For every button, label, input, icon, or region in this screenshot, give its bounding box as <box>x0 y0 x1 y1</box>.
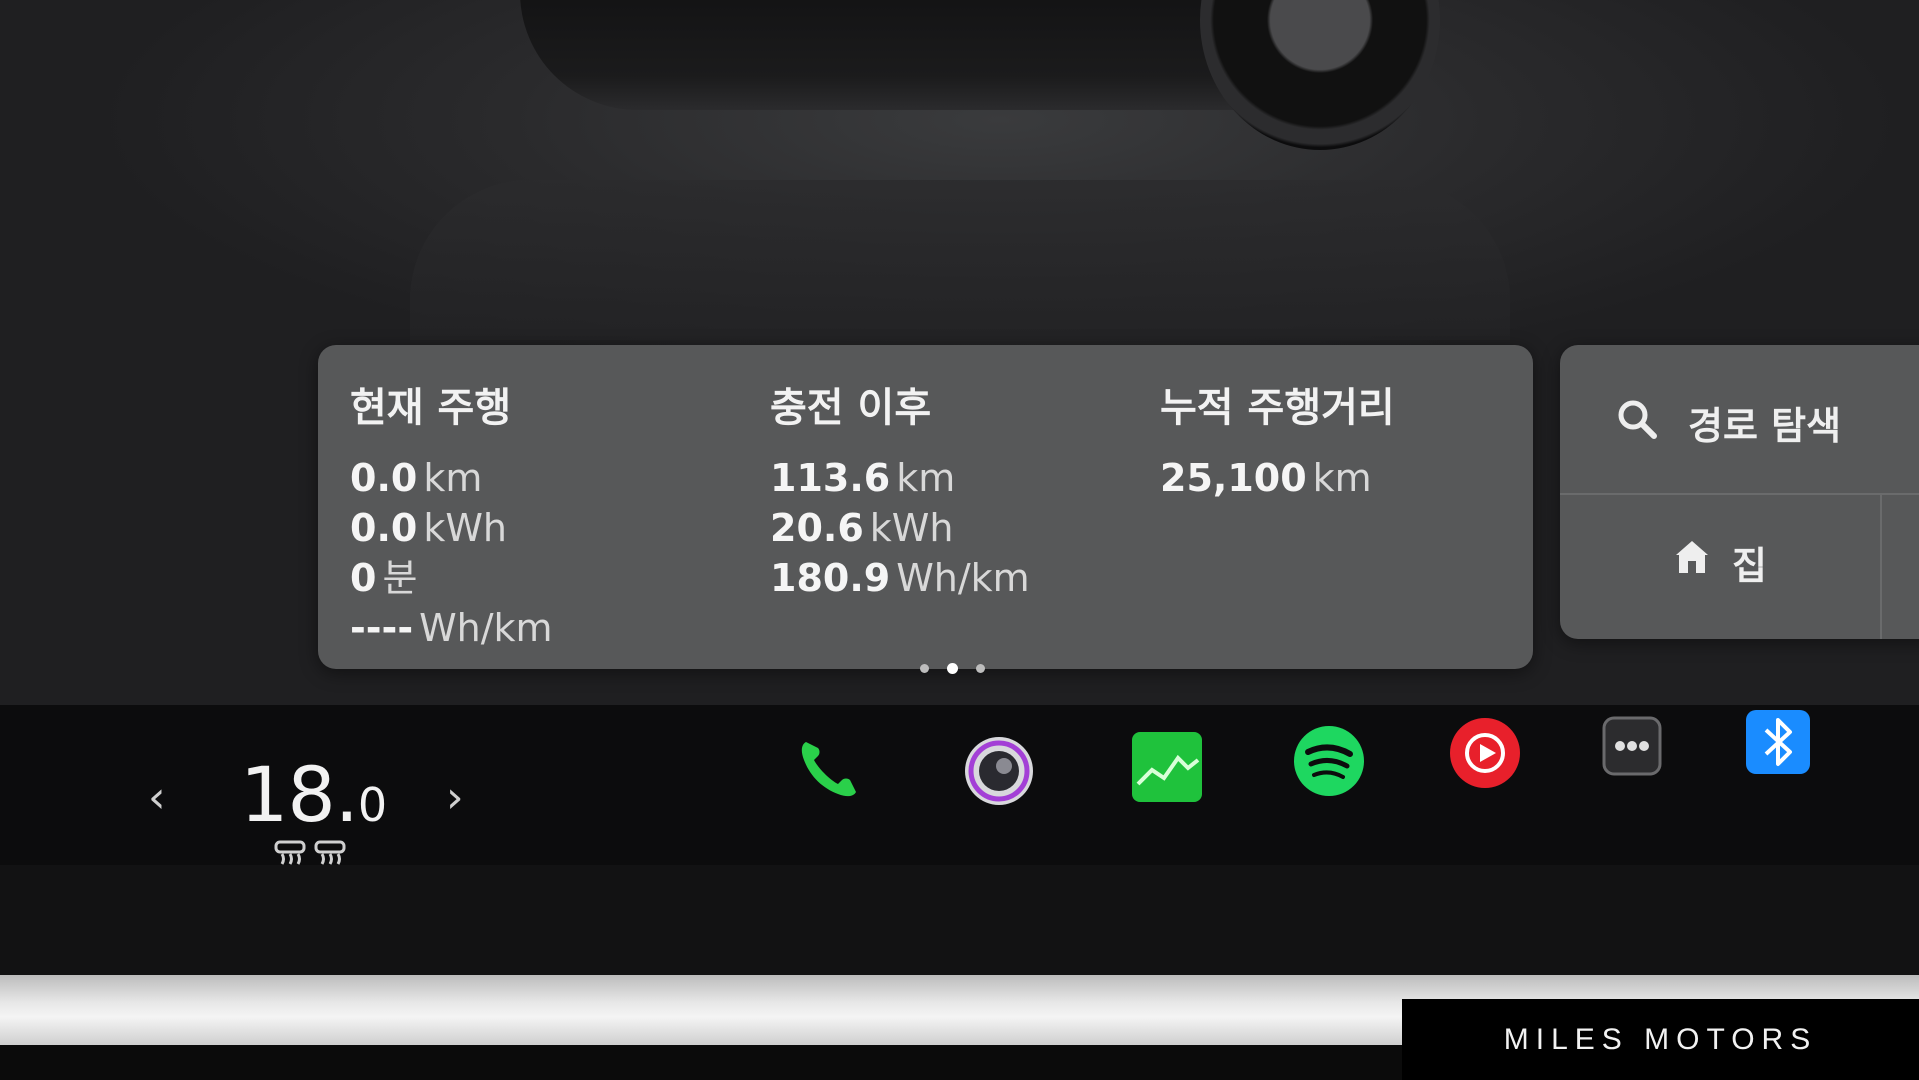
temperature-decimal: 0 <box>357 778 388 832</box>
home-destination-button[interactable]: 집 <box>1560 495 1882 639</box>
page-dot[interactable] <box>976 664 985 673</box>
seat-heater-right-icon[interactable] <box>314 840 346 865</box>
value: 25,100 <box>1160 456 1307 500</box>
current-drive-column: 현재 주행 0.0 km 0.0 kWh 0분 ---- Wh/km <box>350 375 553 653</box>
current-drive-efficiency: ---- Wh/km <box>350 603 553 653</box>
temp-increase-button[interactable]: › <box>446 772 464 823</box>
unit: km <box>423 456 483 500</box>
current-drive-distance: 0.0 km <box>350 453 553 503</box>
value: 0.0 <box>350 456 418 500</box>
energy-chart-icon <box>1132 732 1202 802</box>
value: 0.0 <box>350 506 418 550</box>
cabin-temperature[interactable]: 18.0 <box>240 750 387 839</box>
seat-heater-indicators <box>272 838 352 872</box>
seat-heater-left-icon[interactable] <box>274 840 306 865</box>
home-label: 집 <box>1732 544 1767 588</box>
value: 20.6 <box>770 506 864 550</box>
search-icon <box>1618 400 1657 439</box>
seat-heater-icons <box>274 840 346 865</box>
more-apps-icon <box>1602 716 1662 776</box>
temp-decrease-button[interactable]: ‹ <box>148 772 166 823</box>
since-charge-efficiency: 180.9 Wh/km <box>770 553 1030 603</box>
odometer-column: 누적 주행거리 25,100 km <box>1160 375 1395 503</box>
since-charge-distance: 113.6 km <box>770 453 1030 503</box>
since-charge-heading: 충전 이후 <box>770 385 932 431</box>
camera-app-button[interactable] <box>962 734 1036 808</box>
spotify-icon <box>1294 726 1364 796</box>
unit: kWh <box>423 506 507 550</box>
energy-app-button[interactable] <box>1130 730 1204 804</box>
car-reflection <box>410 180 1510 340</box>
temperature-whole: 18. <box>240 750 359 839</box>
navigation-card: 경로 탐색 집 <box>1560 345 1919 639</box>
more-apps-button[interactable] <box>1600 714 1664 778</box>
odometer-value: 25,100 km <box>1160 453 1395 503</box>
unit: 분 <box>382 556 418 600</box>
screen-bezel <box>0 865 1919 980</box>
trip-stats-card[interactable]: 현재 주행 0.0 km 0.0 kWh 0분 ---- Wh/km 충전 이후 11… <box>318 345 1533 669</box>
watermark: MILES MOTORS <box>1402 999 1919 1080</box>
page-dot-active[interactable] <box>947 663 958 674</box>
bluetooth-icon <box>1746 710 1810 774</box>
bluetooth-app-button[interactable] <box>1744 708 1812 776</box>
value: 113.6 <box>770 456 891 500</box>
unit: Wh/km <box>419 606 553 650</box>
since-charge-energy: 20.6 kWh <box>770 503 1030 553</box>
navigate-search-label: 경로 탐색 <box>1688 404 1842 448</box>
page-dot[interactable] <box>920 664 929 673</box>
phone-icon <box>801 742 856 797</box>
value: 180.9 <box>770 556 891 600</box>
current-drive-duration: 0분 <box>350 553 553 603</box>
odometer-heading: 누적 주행거리 <box>1160 385 1395 431</box>
since-charge-column: 충전 이후 113.6 km 20.6 kWh 180.9 Wh/km <box>770 375 1030 603</box>
media-player-app-button[interactable] <box>1448 716 1522 790</box>
navigate-search-button[interactable]: 경로 탐색 <box>1560 345 1919 495</box>
unit: km <box>896 456 956 500</box>
value: ---- <box>350 606 414 650</box>
spotify-app-button[interactable] <box>1292 724 1366 798</box>
current-drive-heading: 현재 주행 <box>350 385 512 431</box>
car-wheel <box>1200 0 1440 150</box>
camera-icon <box>965 737 1033 805</box>
unit: kWh <box>869 506 954 550</box>
unit: km <box>1312 456 1372 500</box>
phone-app-button[interactable] <box>792 732 866 806</box>
home-icon <box>1676 541 1708 573</box>
current-drive-energy: 0.0 kWh <box>350 503 553 553</box>
unit: Wh/km <box>896 556 1030 600</box>
media-player-icon <box>1450 718 1520 788</box>
value: 0 <box>350 556 377 600</box>
